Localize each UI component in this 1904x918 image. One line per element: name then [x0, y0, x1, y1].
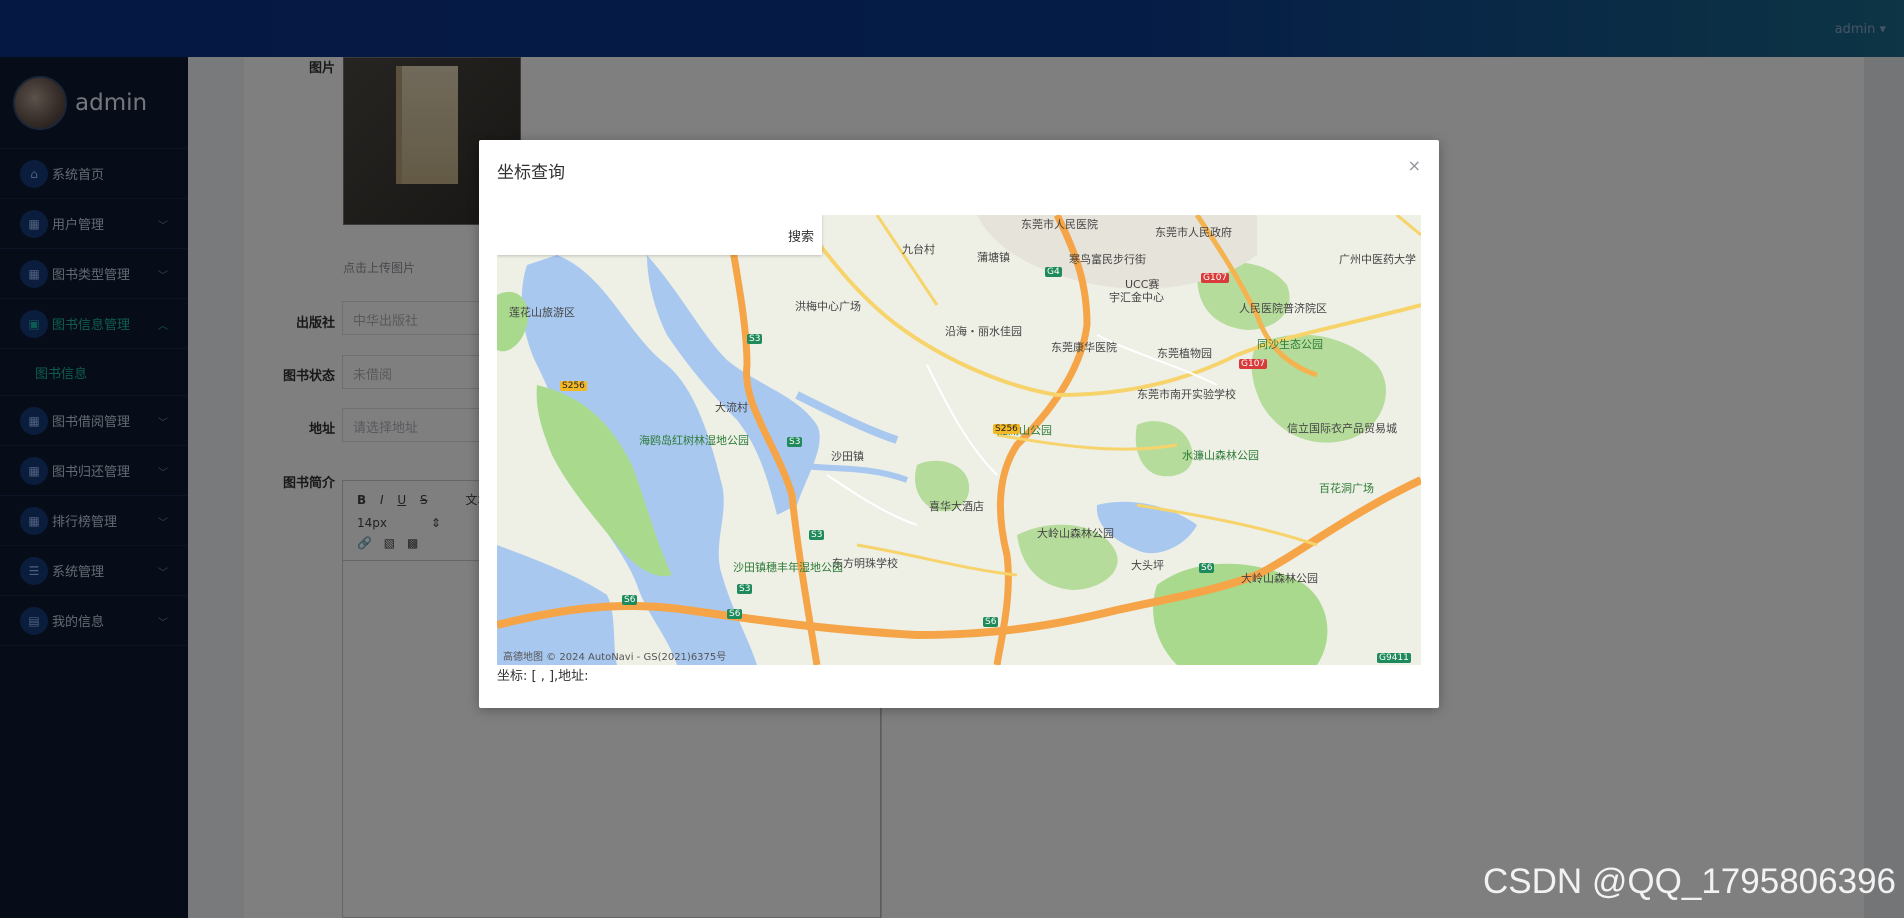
map-search-button[interactable]: 搜索: [788, 226, 814, 245]
road-tag: S6: [727, 609, 743, 619]
map-label: 大流村: [715, 401, 748, 414]
map-label: 沙田镇: [831, 450, 864, 463]
coordinate-readout: 坐标: [ , ],地址:: [497, 669, 589, 684]
map-label: 大岭山森林公园: [1037, 527, 1114, 540]
coordinate-dialog: 坐标查询 × 搜索 东莞市人民医院 东莞市人民政府 九台村 蒲塘镇 广州中医药大…: [479, 140, 1439, 708]
dialog-title: 坐标查询: [497, 163, 565, 183]
road-tag: G107: [1201, 273, 1230, 283]
road-tag: S6: [983, 617, 999, 627]
map-view[interactable]: 搜索 东莞市人民医院 东莞市人民政府 九台村 蒲塘镇 广州中医药大学 莲花山旅游…: [497, 215, 1421, 665]
map-label green: 东莞植物园: [1157, 347, 1212, 360]
map-label: 东莞市人民医院: [1021, 218, 1098, 231]
road-tag: S3: [737, 584, 753, 594]
road-tag: S3: [747, 334, 763, 344]
map-label: 喜华大酒店: [929, 500, 984, 513]
map-label: 宇汇金中心: [1109, 291, 1164, 304]
map-label: 寒鸟富民步行街: [1069, 253, 1146, 266]
road-tag: G4: [1045, 267, 1062, 277]
map-label: 大头坪: [1131, 559, 1164, 572]
map-label: 蒲塘镇: [977, 251, 1010, 264]
map-label: 海鸥岛红树林湿地公园: [639, 434, 749, 447]
map-label: 莲花山旅游区: [509, 306, 575, 319]
close-icon[interactable]: ×: [1408, 156, 1421, 175]
map-label: 东莞康华医院: [1051, 341, 1117, 354]
road-tag: S256: [993, 424, 1020, 434]
map-label: 沿海・丽水佳园: [945, 325, 1022, 338]
road-tag: G107: [1239, 359, 1268, 369]
map-label: 洪梅中心广场: [795, 300, 861, 313]
road-tag: S256: [560, 381, 587, 391]
map-label: 人民医院普济院区: [1239, 302, 1327, 315]
map-label: 水濂山森林公园: [1182, 449, 1259, 462]
map-label: 大岭山森林公园: [1241, 572, 1318, 585]
watermark: CSDN @QQ_1795806396: [1483, 862, 1896, 901]
map-label: 广州中医药大学: [1339, 253, 1416, 266]
road-tag: S6: [622, 595, 638, 605]
road-tag: S3: [809, 530, 825, 540]
map-label: 东莞市人民政府: [1155, 226, 1232, 239]
map-label: 同沙生态公园: [1257, 338, 1323, 351]
map-label: 东莞市南开实验学校: [1137, 388, 1236, 401]
map-label: 百花洞广场: [1319, 482, 1374, 495]
map-label: 东方明珠学校: [832, 557, 898, 570]
road-tag: S3: [787, 437, 803, 447]
road-tag: G9411: [1377, 653, 1411, 663]
map-label: 信立国际衣产品贸易城: [1287, 422, 1397, 435]
map-attribution: 高德地图 © 2024 AutoNavi - GS(2021)6375号: [503, 652, 727, 663]
road-tag: S6: [1199, 563, 1215, 573]
map-label: 沙田镇穗丰年湿地公园: [733, 561, 843, 574]
map-label: 九台村: [902, 243, 935, 256]
map-search-box[interactable]: 搜索: [497, 215, 822, 255]
